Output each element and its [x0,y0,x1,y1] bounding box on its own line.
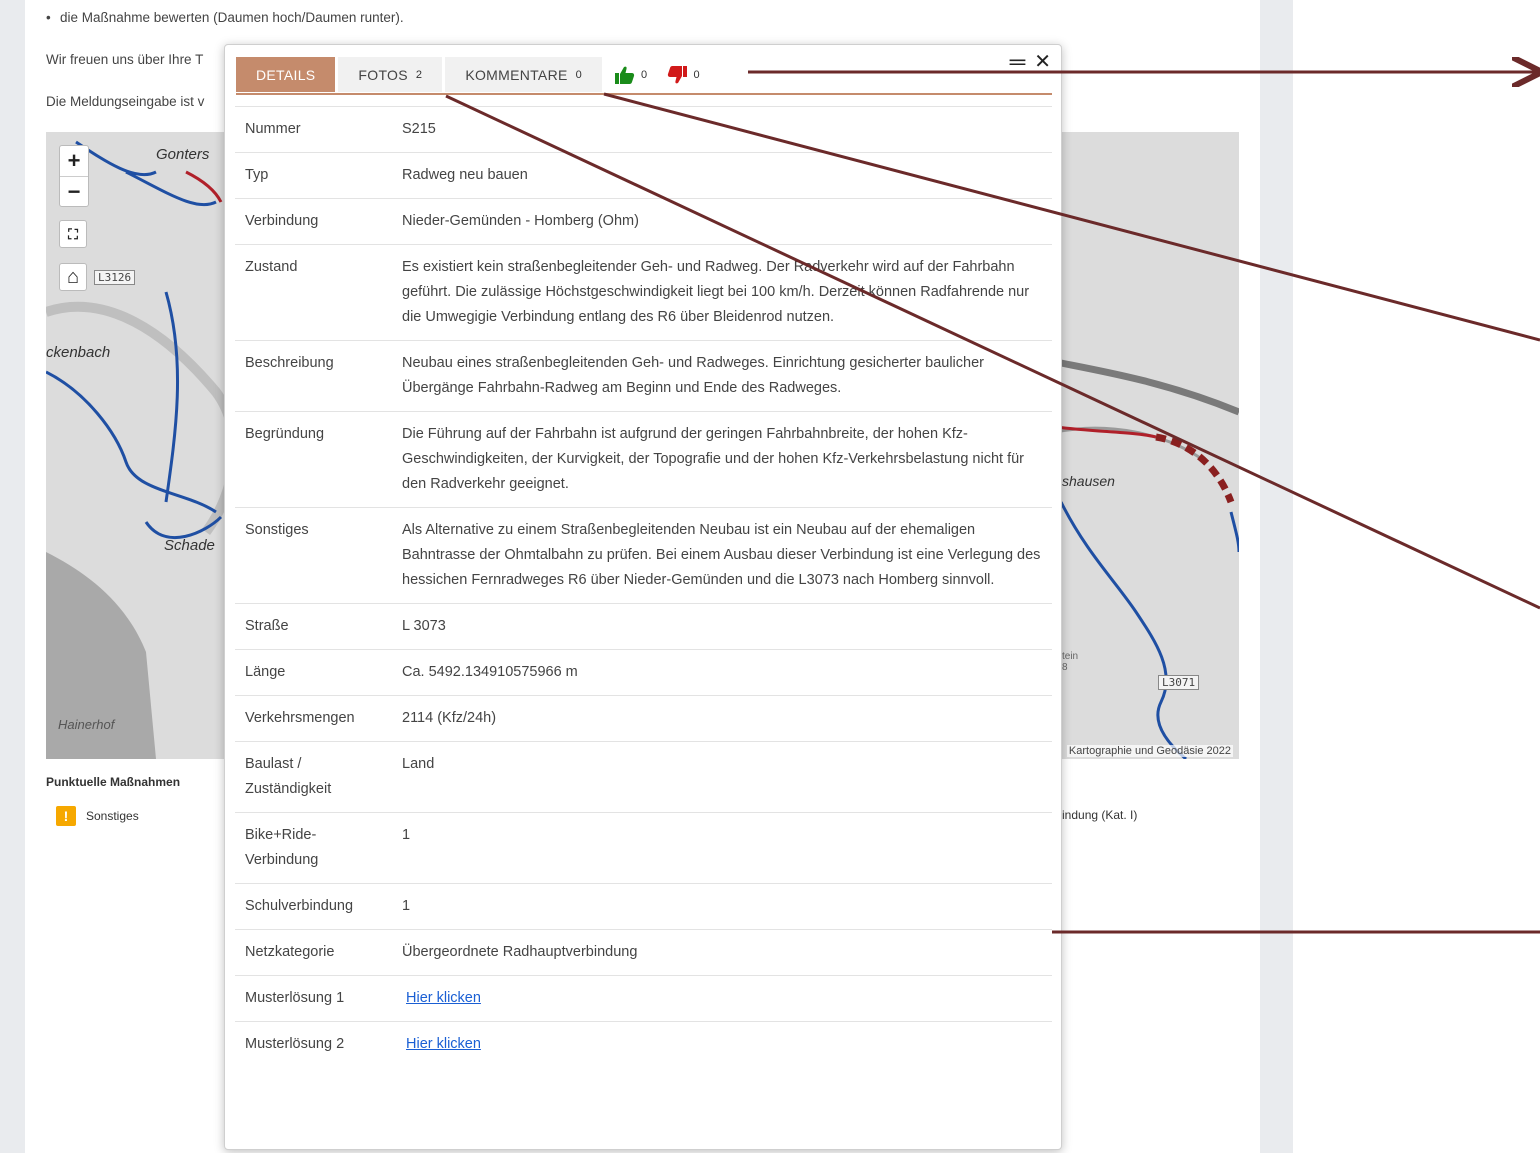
table-row: Sonstiges Als Alternative zu einem Straße… [235,507,1052,604]
tab-kommentare[interactable]: KOMMENTARE 0 [445,57,603,92]
row-value: 1 [392,883,1052,930]
table-row: Begründung Die Führung auf der Fahrbahn i… [235,411,1052,508]
input-info-text: Die Meldungseingabe ist v [46,94,205,109]
tab-fotos[interactable]: FOTOS 2 [338,57,443,92]
row-value: Es existiert kein straßenbegleitender Ge… [392,244,1052,341]
popup-tabs: DETAILS FOTOS 2 KOMMENTARE 0 0 0 [236,57,710,92]
map-label-shausen: shausen [1062,473,1115,489]
legend-title: Punktuelle Maßnahmen [46,775,181,789]
details-table: Nummer S215 Typ Radweg neu bauen Verbindung N… [235,106,1052,1067]
table-row: Nummer S215 [235,106,1052,153]
legend-item-label: Sonstiges [86,809,139,823]
row-value: Hier klicken [392,1021,1052,1067]
table-row: Typ Radweg neu bauen [235,152,1052,199]
row-value: S215 [392,106,1052,153]
thumbs-down-count: 0 [693,68,700,81]
measure-popup: DETAILS FOTOS 2 KOMMENTARE 0 0 0 ═ ✕ Num… [224,44,1062,1150]
row-key: Bike+Ride-Verbindung [235,812,392,884]
table-row: Bike+Ride-Verbindung 1 [235,812,1052,884]
map-label-tein: tein [1062,651,1079,662]
row-key: Nummer [235,106,392,153]
table-row: Verkehrsmengen 2114 (Kfz/24h) [235,695,1052,742]
row-key: Verbindung [235,198,392,245]
row-key: Baulast / Zuständigkeit [235,741,392,813]
row-key: Musterlösung 2 [235,1021,392,1067]
row-value: Als Alternative zu einem Straßenbegleite… [392,507,1052,604]
tab-fotos-count: 2 [415,68,423,81]
row-value: Die Führung auf der Fahrbahn ist aufgrun… [392,411,1052,508]
right-rail [1260,0,1293,1153]
map-attribution: Kartographie und Geodäsie 2022 [1066,745,1233,757]
tab-underline [236,93,1052,95]
popup-header-icons: ═ ✕ [1010,49,1051,75]
map-label-schade: Schade [164,537,215,554]
menu-icon[interactable]: ═ [1010,49,1026,75]
row-key: Sonstiges [235,507,392,604]
row-key: Typ [235,152,392,199]
map-label-ckenbach: ckenbach [46,344,111,361]
table-row: Beschreibung Neubau eines straßenbegleite… [235,340,1052,412]
fullscreen-icon: ⛶ [68,226,78,242]
thumbs-down-icon [668,65,688,83]
zoom-in-button[interactable]: + [60,146,88,176]
tab-details[interactable]: DETAILS [236,57,336,92]
thumbs-up-button[interactable]: 0 [605,57,658,92]
road-badge-l3071: L3071 [1158,675,1200,690]
zoom-control: + − [59,145,89,207]
row-value: Neubau eines straßenbegleitenden Geh- un… [392,340,1052,412]
row-key: Verkehrsmengen [235,695,392,742]
row-value: Ca. 5492.134910575966 m [392,649,1052,696]
home-icon: ⌂ [66,266,80,288]
row-value: L 3073 [392,603,1052,650]
thanks-text: Wir freuen uns über Ihre T [46,52,204,67]
model-solution-link[interactable]: Hier klicken [406,1036,481,1052]
table-row: Verbindung Nieder-Gemünden - Homberg (Ohm… [235,198,1052,245]
row-value: 2114 (Kfz/24h) [392,695,1052,742]
map-label-gonters: Gonters [156,146,210,163]
row-key: Begründung [235,411,392,508]
row-key: Netzkategorie [235,929,392,976]
tab-details-label: DETAILS [256,66,316,83]
tab-kommentare-label: KOMMENTARE [465,66,568,83]
table-row: Baulast / Zuständigkeit Land [235,741,1052,813]
row-key: Beschreibung [235,340,392,412]
table-row: Musterlösung 1 Hier klicken [235,975,1052,1022]
legend-right-label: indung (Kat. I) [1062,808,1138,822]
thumbs-down-button[interactable]: 0 [657,57,710,92]
model-solution-link[interactable]: Hier klicken [406,990,481,1006]
row-value: Hier klicken [392,975,1052,1022]
map-label-hainerhof: Hainerhof [58,717,115,732]
table-row: Musterlösung 2 Hier klicken [235,1021,1052,1067]
row-key: Musterlösung 1 [235,975,392,1022]
tab-fotos-label: FOTOS [358,66,408,83]
road-badge-l3126: L3126 [94,270,136,285]
row-value: Übergeordnete Radhauptverbindung [392,929,1052,976]
legend-item-sonstiges: ! Sonstiges [56,806,139,826]
row-value: 1 [392,812,1052,884]
row-value: Nieder-Gemünden - Homberg (Ohm) [392,198,1052,245]
table-row: Schulverbindung 1 [235,883,1052,930]
row-value: Land [392,741,1052,813]
table-row: Straße L 3073 [235,603,1052,650]
tab-kommentare-count: 0 [575,68,583,81]
thumbs-up-count: 0 [641,68,648,81]
row-key: Zustand [235,244,392,341]
popup-header: DETAILS FOTOS 2 KOMMENTARE 0 0 0 ═ ✕ [225,45,1061,97]
close-icon[interactable]: ✕ [1034,49,1051,75]
thumbs-up-icon [615,66,635,84]
left-rail [0,0,25,1153]
instruction-bullet: die Maßnahme bewerten (Daumen hoch/Daume… [46,10,404,25]
zoom-out-button[interactable]: − [60,176,88,206]
fullscreen-button[interactable]: ⛶ [59,220,87,248]
map-label-8: 8 [1062,662,1068,673]
row-key: Schulverbindung [235,883,392,930]
home-button[interactable]: ⌂ [59,263,87,291]
row-key: Länge [235,649,392,696]
table-row: Netzkategorie Übergeordnete Radhauptverbi… [235,929,1052,976]
warning-icon: ! [56,806,76,826]
row-key: Straße [235,603,392,650]
table-row: Zustand Es existiert kein straßenbegleite… [235,244,1052,341]
row-value: Radweg neu bauen [392,152,1052,199]
table-row: Länge Ca. 5492.134910575966 m [235,649,1052,696]
